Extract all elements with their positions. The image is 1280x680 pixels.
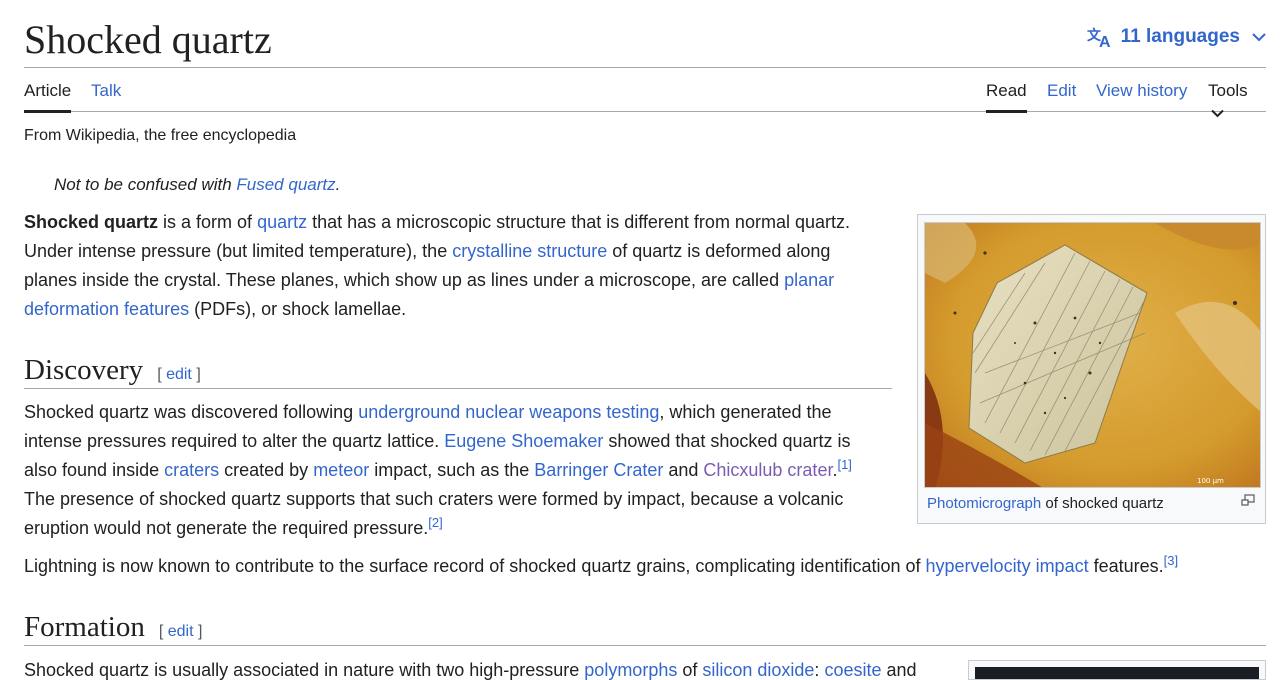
link-meteor[interactable]: meteor	[313, 460, 369, 480]
tools-menu[interactable]: Tools	[1208, 80, 1266, 124]
link-chicxulub-crater[interactable]: Chicxulub crater	[703, 460, 832, 480]
link-eugene-shoemaker[interactable]: Eugene Shoemaker	[444, 431, 603, 451]
formation-paragraph: Shocked quartz is usually associated in …	[24, 660, 917, 680]
edit-link-formation[interactable]: edit	[168, 623, 194, 640]
languages-button[interactable]: 文 A 11 languages	[1087, 26, 1266, 48]
link-planar-deformation-features-2[interactable]: deformation features	[24, 299, 189, 319]
link-hypervelocity-impact[interactable]: hypervelocity impact	[926, 556, 1089, 576]
tab-read[interactable]: Read	[986, 80, 1027, 113]
heading-formation: Formation	[24, 611, 145, 643]
link-barringer-crater[interactable]: Barringer Crater	[534, 460, 663, 480]
shocked-quartz-photomicrograph[interactable]: 100 µm	[924, 222, 1261, 488]
heading-discovery: Discovery	[24, 354, 144, 386]
edit-section-discovery: [ edit ]	[157, 366, 201, 383]
tab-edit[interactable]: Edit	[1047, 80, 1076, 102]
tools-label: Tools	[1208, 81, 1248, 100]
page-title: Shocked quartz	[24, 17, 272, 62]
article-subject: Shocked quartz	[24, 212, 159, 232]
site-tagline: From Wikipedia, the free encyclopedia	[24, 127, 297, 144]
translate-icon: 文 A	[1087, 27, 1111, 48]
section-heading-formation: Formation [ edit ]	[24, 610, 1266, 646]
link-planar-deformation-features[interactable]: planar	[784, 270, 834, 290]
section-heading-discovery: Discovery [ edit ]	[24, 353, 892, 389]
link-crystalline-structure[interactable]: crystalline structure	[452, 241, 607, 261]
link-photomicrograph[interactable]: Photomicrograph	[927, 495, 1041, 512]
link-fused-quartz[interactable]: Fused quartz	[236, 175, 335, 194]
intro-paragraph: Shocked quartz is a form of quartz that …	[24, 212, 850, 319]
chevron-down-icon	[1211, 109, 1224, 118]
reference-3[interactable]: [3]	[1164, 553, 1178, 568]
discovery-paragraph: Shocked quartz was discovered following …	[24, 402, 852, 538]
thumbnail-figure: 100 µm Photomicrograph of shocked quartz	[917, 214, 1266, 524]
edit-link-discovery[interactable]: edit	[166, 366, 192, 383]
tab-article[interactable]: Article	[24, 80, 72, 113]
hatnote: Not to be confused with Fused quartz.	[54, 175, 341, 194]
languages-label: 11 languages	[1120, 26, 1240, 47]
link-underground-nuclear-testing[interactable]: underground nuclear weapons testing	[358, 402, 659, 422]
scale-bar-label: 100 µm	[1197, 477, 1224, 485]
reference-1[interactable]: [1]	[837, 457, 851, 472]
link-craters[interactable]: craters	[164, 460, 219, 480]
link-silicon-dioxide[interactable]: silicon dioxide	[702, 660, 814, 680]
link-quartz[interactable]: quartz	[257, 212, 307, 232]
second-figure	[968, 660, 1266, 680]
svg-text:A: A	[1099, 34, 1111, 48]
chevron-down-icon	[1252, 33, 1266, 42]
enlarge-icon[interactable]	[1241, 494, 1255, 506]
tab-talk[interactable]: Talk	[91, 80, 121, 102]
link-coesite[interactable]: coesite	[824, 660, 881, 680]
tab-view-history[interactable]: View history	[1096, 80, 1187, 102]
figure-caption: Photomicrograph of shocked quartz	[927, 495, 1164, 512]
photomicrograph-image: 100 µm	[925, 223, 1260, 487]
page-header: Shocked quartz 文 A 11 languages	[24, 14, 1266, 68]
edit-section-formation: [ edit ]	[158, 623, 203, 640]
link-polymorphs[interactable]: polymorphs	[584, 660, 677, 680]
lightning-paragraph: Lightning is now known to contribute to …	[24, 553, 1179, 576]
page-tabs: Article Talk Read Edit View history Tool…	[24, 68, 1266, 118]
reference-2[interactable]: [2]	[428, 515, 442, 530]
second-figure-image[interactable]	[975, 667, 1259, 679]
